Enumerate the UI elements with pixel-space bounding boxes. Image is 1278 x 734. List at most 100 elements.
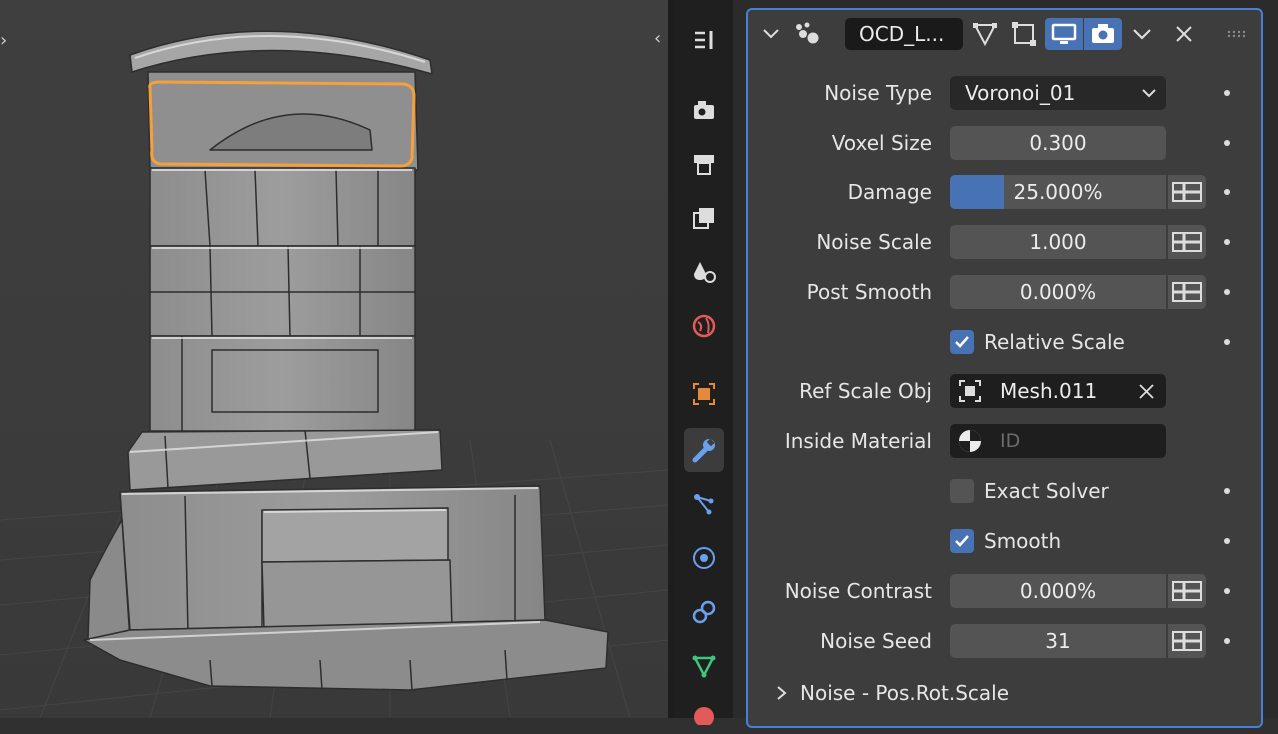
damage-decorator[interactable] xyxy=(1224,189,1230,195)
relative-scale-decorator[interactable] xyxy=(1224,339,1230,345)
smooth-checkbox[interactable] xyxy=(950,529,974,553)
3d-viewport[interactable]: › ‹ xyxy=(0,0,668,718)
row-smooth: Smooth xyxy=(748,524,1265,558)
exact-solver-decorator[interactable] xyxy=(1224,488,1230,494)
row-voxel-size: Voxel Size 0.300 xyxy=(748,126,1265,160)
noise-seed-label: Noise Seed xyxy=(820,629,932,653)
damage-mask-button[interactable] xyxy=(1168,175,1206,209)
modifier-panel: OCD_L... Noise Type Voronoi_01 Voxel Siz… xyxy=(746,8,1263,728)
modifier-menu-button[interactable] xyxy=(1128,18,1156,50)
tab-physics[interactable] xyxy=(684,536,724,580)
tab-render[interactable] xyxy=(684,88,724,132)
ref-scale-obj-label: Ref Scale Obj xyxy=(799,379,932,403)
subpanel-noise-pos-rot-scale[interactable]: Noise - Pos.Rot.Scale xyxy=(776,678,1009,708)
post-smooth-mask-button[interactable] xyxy=(1168,275,1206,309)
voxel-size-field[interactable]: 0.300 xyxy=(950,126,1166,160)
modifier-type-icon xyxy=(796,22,819,44)
cage-toggle[interactable] xyxy=(1005,18,1043,50)
voxel-size-value: 0.300 xyxy=(1029,131,1087,155)
row-damage: Damage 25.000% xyxy=(748,175,1265,209)
noise-seed-value: 31 xyxy=(1045,629,1071,653)
post-smooth-decorator[interactable] xyxy=(1224,289,1230,295)
row-noise-scale: Noise Scale 1.000 xyxy=(748,225,1265,259)
modifier-name-field[interactable]: OCD_L... xyxy=(845,18,963,50)
tab-output[interactable] xyxy=(684,142,724,186)
chevron-down-icon xyxy=(763,29,779,39)
noise-scale-field[interactable]: 1.000 xyxy=(950,225,1166,259)
smooth-decorator[interactable] xyxy=(1224,538,1230,544)
voxel-size-decorator[interactable] xyxy=(1224,140,1230,146)
edit-mode-toggle[interactable] xyxy=(966,18,1004,50)
noise-scale-mask-button[interactable] xyxy=(1168,225,1206,259)
tool-icon xyxy=(695,31,713,49)
physics-icon xyxy=(693,547,715,569)
subpanel-label: Noise - Pos.Rot.Scale xyxy=(800,681,1010,705)
cage-icon xyxy=(1012,22,1036,46)
render-icon xyxy=(1092,24,1114,43)
tab-data[interactable] xyxy=(684,644,724,688)
particles-icon xyxy=(694,494,714,515)
vertex-group-icon xyxy=(1172,232,1202,252)
tab-scene[interactable] xyxy=(684,250,724,294)
exact-solver-label[interactable]: Exact Solver xyxy=(984,474,1109,508)
damage-slider[interactable]: 25.000% xyxy=(950,175,1166,209)
noise-type-dropdown[interactable]: Voronoi_01 xyxy=(950,76,1166,110)
noise-contrast-mask-button[interactable] xyxy=(1168,574,1206,608)
voxel-size-label: Voxel Size xyxy=(831,131,932,155)
tab-view-layer[interactable] xyxy=(684,196,724,240)
noise-contrast-field[interactable]: 0.000% xyxy=(950,574,1166,608)
realtime-toggle[interactable] xyxy=(1045,18,1083,50)
material-icon xyxy=(694,707,714,725)
ref-scale-obj-value: Mesh.011 xyxy=(1000,379,1098,403)
material-icon xyxy=(959,430,981,452)
modifier-type-button xyxy=(790,18,824,50)
render-toggle[interactable] xyxy=(1084,18,1122,50)
tab-world[interactable] xyxy=(684,304,724,348)
tab-object[interactable] xyxy=(684,372,724,416)
edit-mode-icon xyxy=(973,23,997,47)
noise-scale-decorator[interactable] xyxy=(1224,239,1230,245)
view-layer-icon xyxy=(693,208,714,229)
noise-type-decorator[interactable] xyxy=(1224,90,1230,96)
tab-particles[interactable] xyxy=(684,482,724,526)
close-icon[interactable] xyxy=(1139,384,1154,399)
noise-seed-field[interactable]: 31 xyxy=(950,624,1166,658)
tab-constraints[interactable] xyxy=(684,590,724,634)
scene-icon xyxy=(694,262,716,283)
vertex-group-icon xyxy=(1172,282,1202,302)
tab-tool[interactable] xyxy=(684,18,724,62)
modifier-icon xyxy=(692,438,715,463)
collapse-toggle[interactable] xyxy=(760,18,782,50)
exact-solver-checkbox[interactable] xyxy=(950,479,974,503)
tab-modifier[interactable] xyxy=(684,428,724,472)
noise-contrast-decorator[interactable] xyxy=(1224,588,1230,594)
damage-label: Damage xyxy=(847,180,932,204)
output-icon xyxy=(694,155,714,175)
area-divider[interactable] xyxy=(668,0,675,718)
constraints-icon xyxy=(692,600,716,624)
remove-modifier-button[interactable] xyxy=(1170,18,1198,50)
smooth-label[interactable]: Smooth xyxy=(984,524,1061,558)
relative-scale-label[interactable]: Relative Scale xyxy=(984,325,1125,359)
inside-material-field[interactable]: ID xyxy=(950,424,1166,458)
row-noise-seed: Noise Seed 31 xyxy=(748,624,1265,658)
post-smooth-field[interactable]: 0.000% xyxy=(950,275,1166,309)
data-icon xyxy=(692,655,716,678)
post-smooth-value: 0.000% xyxy=(1019,280,1097,304)
tab-material[interactable] xyxy=(684,690,724,734)
noise-seed-decorator[interactable] xyxy=(1224,638,1230,644)
row-noise-contrast: Noise Contrast 0.000% xyxy=(748,574,1265,608)
relative-scale-checkbox[interactable] xyxy=(950,330,974,354)
chevron-left-icon[interactable]: ‹ xyxy=(654,30,661,48)
drag-handle[interactable] xyxy=(1226,18,1250,50)
noise-seed-mask-button[interactable] xyxy=(1168,624,1206,658)
chevron-right-icon[interactable]: › xyxy=(0,32,7,50)
vertex-group-icon xyxy=(1172,631,1202,651)
chevron-down-icon xyxy=(1133,29,1151,40)
viewport-scene xyxy=(0,0,668,718)
ref-scale-obj-field[interactable]: Mesh.011 xyxy=(950,374,1166,408)
object-icon xyxy=(959,380,981,402)
noise-contrast-label: Noise Contrast xyxy=(784,579,932,603)
row-post-smooth: Post Smooth 0.000% xyxy=(748,275,1265,309)
noise-scale-value: 1.000 xyxy=(1029,230,1087,254)
